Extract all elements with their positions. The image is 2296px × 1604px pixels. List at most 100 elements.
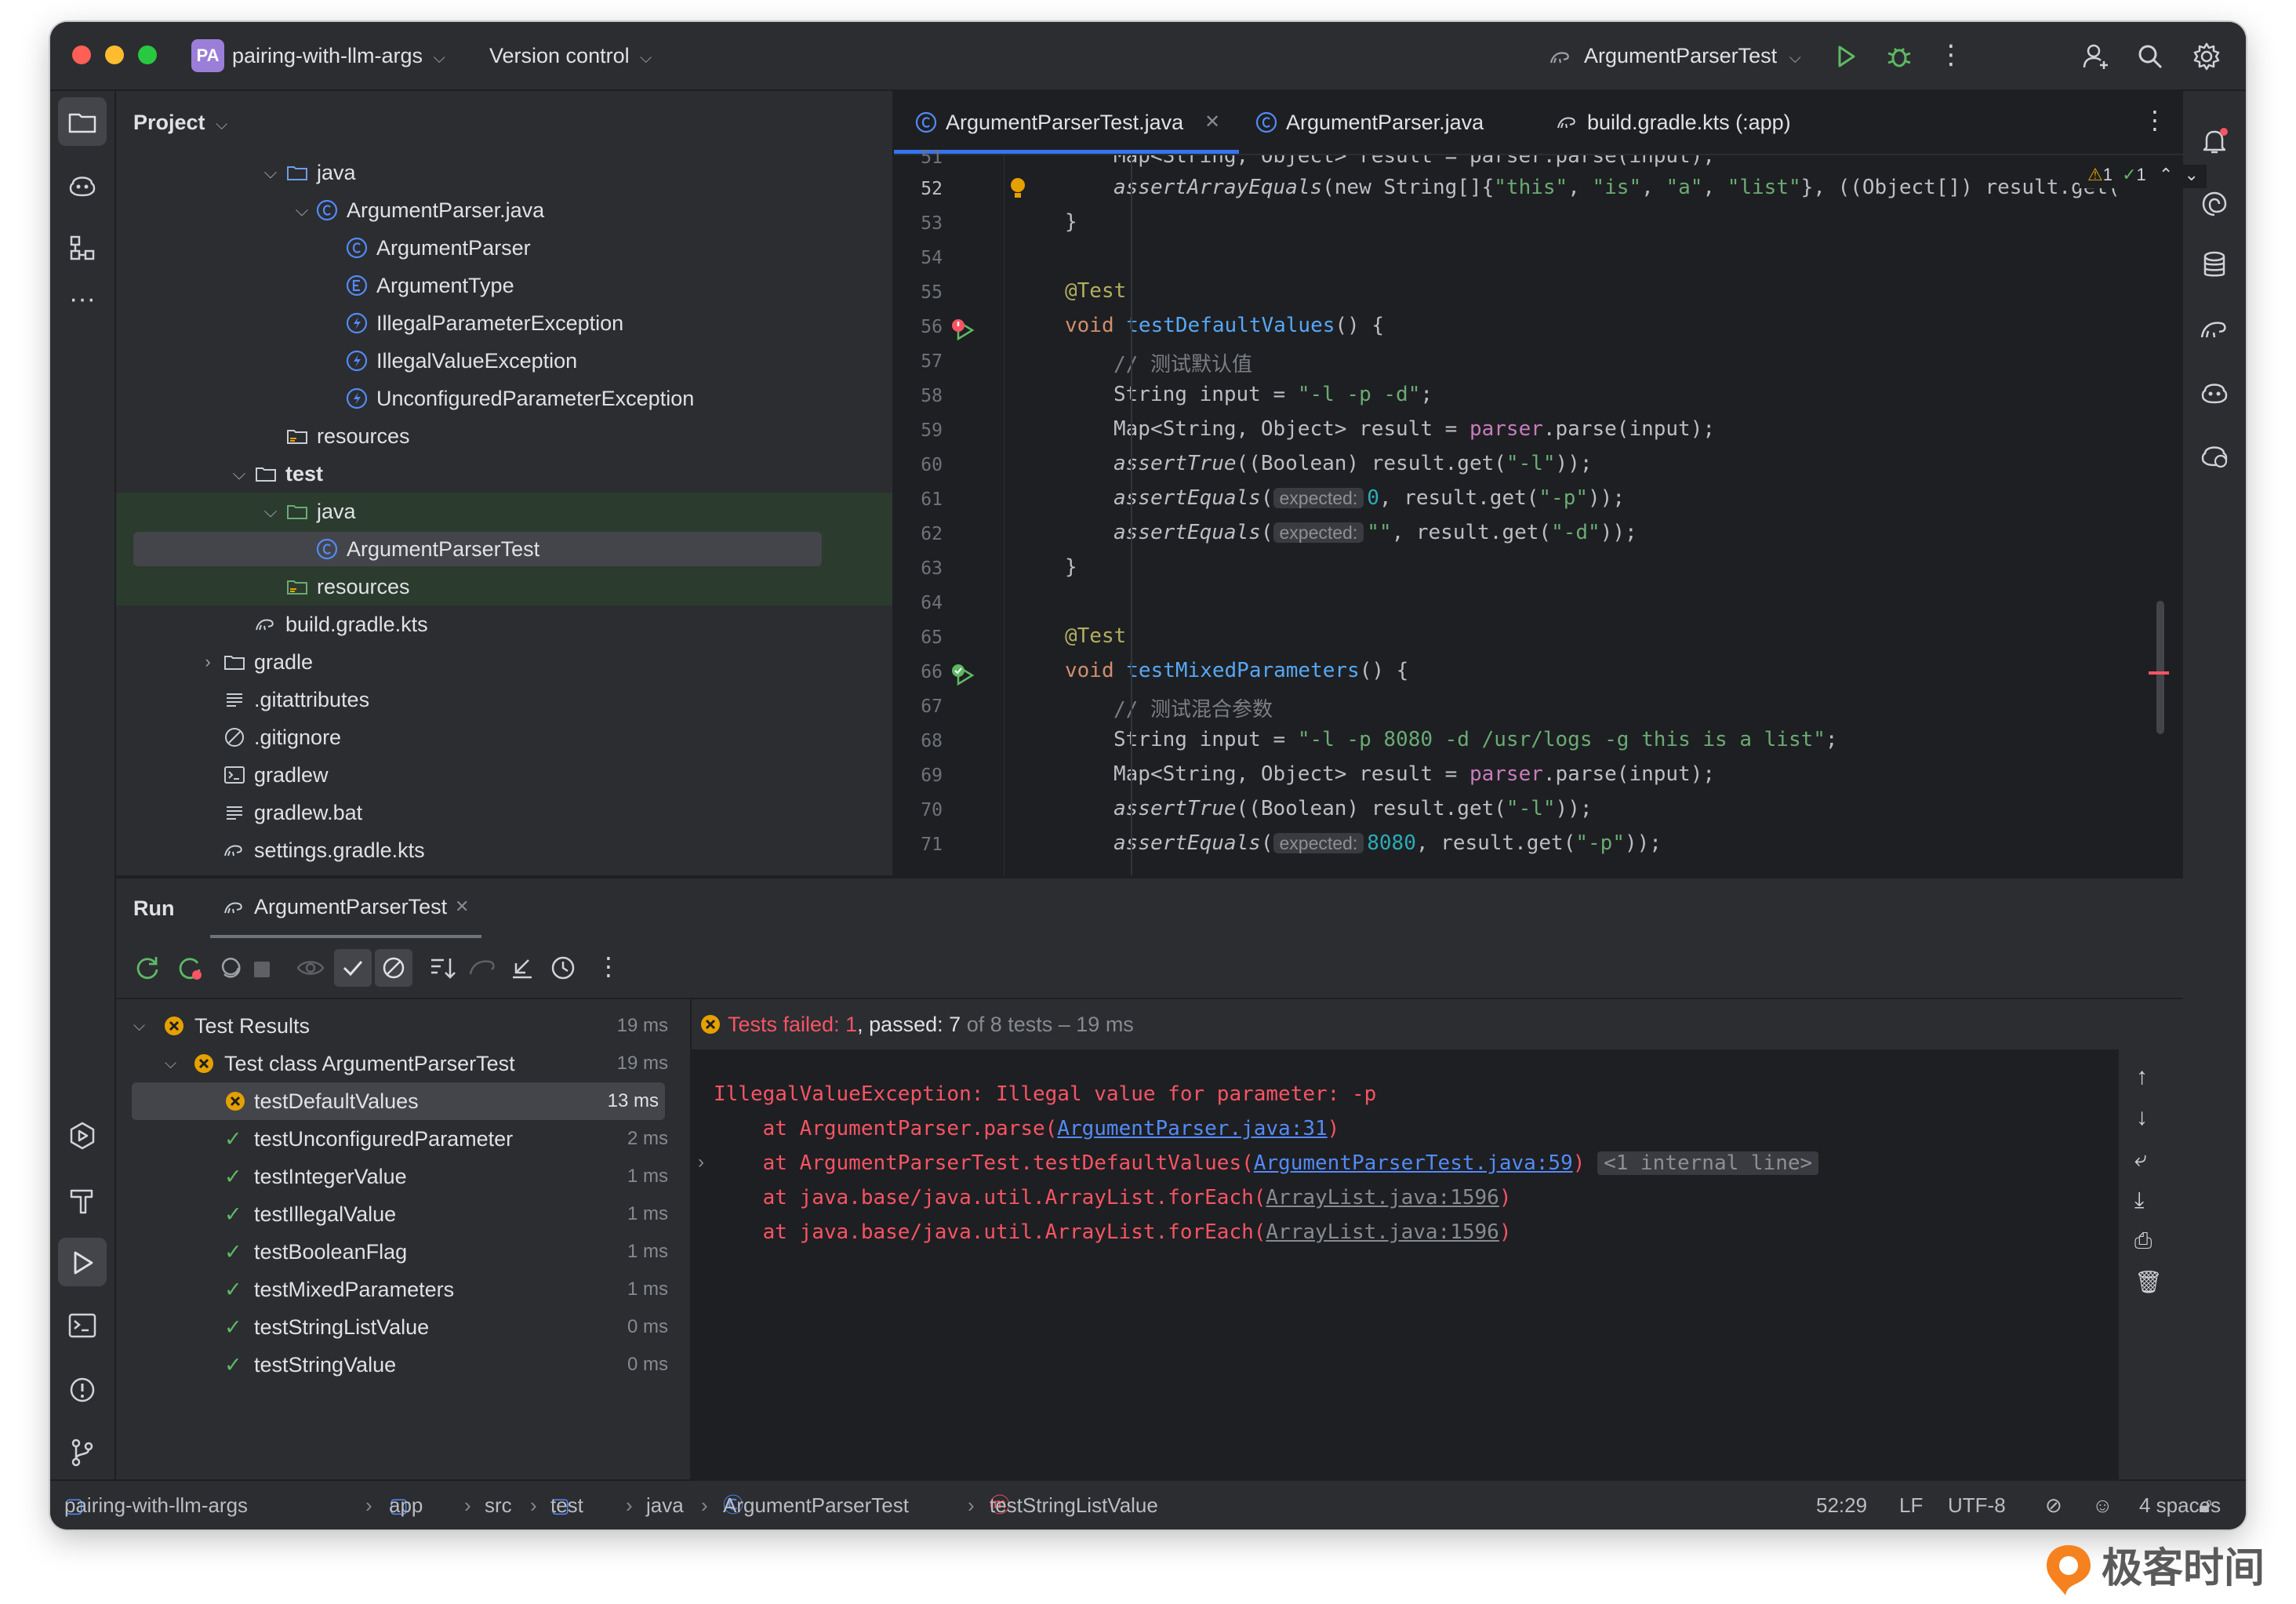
stack-trace-link[interactable]: ArrayList.java:1596 xyxy=(1266,1220,1499,1244)
add-user-icon[interactable] xyxy=(2078,39,2113,74)
import-tests-icon[interactable] xyxy=(466,951,500,985)
stack-trace-link[interactable]: ArgumentParser.java:31 xyxy=(1057,1117,1327,1140)
ai-status-icon[interactable]: ⊘ xyxy=(2045,1481,2062,1529)
tree-item-gradlew-bat[interactable]: gradlew.bat xyxy=(116,794,892,831)
notifications-bell-icon[interactable] xyxy=(2197,124,2232,158)
tree-item-illegalvalueexception[interactable]: IllegalValueException xyxy=(116,342,892,380)
run-tool-icon[interactable] xyxy=(65,1246,100,1280)
chevron-down-icon[interactable]: ⌵ xyxy=(227,455,251,493)
services-icon[interactable] xyxy=(65,1118,100,1153)
tab-build-gradle-kts[interactable]: build.gradle.kts (:app) xyxy=(1556,91,1838,154)
result-row-testillegalvalue[interactable]: ✓ testIllegalValue 1 ms xyxy=(116,1195,690,1233)
soft-wrap-icon[interactable]: ⤶ xyxy=(2134,1147,2147,1173)
tree-item-resources[interactable]: resources xyxy=(116,417,892,455)
maximize-window-button[interactable] xyxy=(138,45,157,64)
error-stripe-marker[interactable] xyxy=(2149,671,2169,675)
result-row-testbooleanflag[interactable]: ✓ testBooleanFlag 1 ms xyxy=(116,1233,690,1271)
test-passed-run-icon[interactable] xyxy=(950,662,977,689)
tree-item-gitattributes[interactable]: .gitattributes xyxy=(116,681,892,718)
chevron-down-icon[interactable]: ⌵ xyxy=(290,191,314,229)
more-tools-icon[interactable]: ··· xyxy=(65,286,100,322)
close-window-button[interactable] xyxy=(72,45,91,64)
tree-item-gradle[interactable]: › gradle xyxy=(116,643,892,681)
tree-item-test[interactable]: ⌵ test xyxy=(116,455,892,493)
close-tab-icon[interactable]: ✕ xyxy=(1204,91,1220,154)
tab-argumentparsertest-java[interactable]: ArgumentParserTest.java ✕ xyxy=(894,91,1239,154)
settings-gear-icon[interactable] xyxy=(2189,39,2224,74)
ai-assistant-icon[interactable] xyxy=(65,168,100,202)
chat-assistant-icon[interactable] xyxy=(2197,438,2232,472)
toggle-auto-test-icon[interactable] xyxy=(213,951,248,985)
terminal-icon[interactable] xyxy=(65,1308,100,1343)
editor-scrollbar[interactable] xyxy=(2156,601,2164,734)
structure-icon[interactable] xyxy=(65,231,100,265)
vcs-menu[interactable]: Version control ⌵ xyxy=(489,22,652,89)
chevron-down-icon[interactable]: ⌄ xyxy=(2184,165,2198,184)
caret-position[interactable]: 52:29 xyxy=(1816,1481,1867,1529)
folder-icon[interactable] xyxy=(65,105,100,140)
line-ending[interactable]: LF xyxy=(1899,1481,1923,1529)
sort-icon[interactable] xyxy=(425,951,460,985)
rerun-icon[interactable] xyxy=(130,951,165,985)
breadcrumb-java[interactable]: java xyxy=(646,1481,684,1529)
chevron-down-icon[interactable]: ⌵ xyxy=(165,1045,176,1082)
more-options-icon[interactable]: ⋮ xyxy=(591,951,626,985)
chevron-down-icon[interactable]: ⌵ xyxy=(133,1007,145,1045)
console-output[interactable]: IllegalValueException: Illegal value for… xyxy=(692,1049,2182,1481)
problems-icon[interactable] xyxy=(65,1373,100,1407)
down-arrow-icon[interactable]: ↓ xyxy=(2136,1104,2148,1131)
stack-trace-link[interactable]: ArgumentParserTest.java:59 xyxy=(1254,1151,1573,1175)
tree-item-settings-gradle-kts[interactable]: settings.gradle.kts xyxy=(116,831,892,869)
project-view-selector[interactable]: Project ⌵ xyxy=(133,91,227,156)
chevron-right-icon[interactable]: › xyxy=(196,643,220,681)
copilot-icon[interactable] xyxy=(2197,375,2232,409)
result-row-testunconfiguredparameter[interactable]: ✓ testUnconfiguredParameter 2 ms xyxy=(116,1120,690,1158)
result-row-testdefaultvalues[interactable]: testDefaultValues 13 ms xyxy=(132,1082,665,1120)
tree-item-gradlew[interactable]: gradlew xyxy=(116,756,892,794)
result-row-testintegervalue[interactable]: ✓ testIntegerValue 1 ms xyxy=(116,1158,690,1195)
result-row-teststringlistvalue[interactable]: ✓ testStringListValue 0 ms xyxy=(116,1308,690,1346)
test-failed-run-icon[interactable] xyxy=(950,317,977,344)
scroll-to-end-icon[interactable]: ⤓ xyxy=(2134,1188,2144,1213)
gradle-tool-icon[interactable] xyxy=(2197,312,2232,347)
result-row-test-results[interactable]: ⌵ Test Results 19 ms xyxy=(116,1007,690,1045)
search-icon[interactable] xyxy=(2133,39,2167,74)
run-icon[interactable] xyxy=(1829,39,1863,74)
chevron-right-icon[interactable]: › xyxy=(698,1151,704,1173)
tree-item-illegalparameterexception[interactable]: IllegalParameterException xyxy=(116,304,892,342)
file-encoding[interactable]: UTF-8 xyxy=(1948,1481,2006,1529)
chevron-up-icon[interactable]: ⌃ xyxy=(2159,165,2173,184)
git-branch-icon[interactable] xyxy=(65,1435,100,1470)
trash-icon[interactable]: 🗑 xyxy=(2134,1269,2163,1295)
run-config-selector[interactable]: ArgumentParserTest ⌵ xyxy=(1548,22,1801,89)
test-history-clock-icon[interactable] xyxy=(546,951,580,985)
tree-item-java[interactable]: ⌵ java xyxy=(116,154,892,191)
copilot-status-icon[interactable]: ☺ xyxy=(2092,1481,2113,1529)
result-row-testmixedparameters[interactable]: ✓ testMixedParameters 1 ms xyxy=(116,1271,690,1308)
lock-icon[interactable]: 🔓︎ xyxy=(2199,1481,2212,1529)
tree-item-test-java[interactable]: ⌵ java xyxy=(116,493,892,530)
internal-lines-fold[interactable]: <1 internal line> xyxy=(1597,1151,1819,1175)
show-ignored-icon[interactable] xyxy=(376,951,411,985)
stop-icon[interactable] xyxy=(254,962,270,977)
more-actions-icon[interactable]: ⋮ xyxy=(1934,39,1968,74)
tree-item-build-gradle-kts[interactable]: build.gradle.kts xyxy=(116,606,892,643)
tab-actions-icon[interactable]: ⋮ xyxy=(2142,105,2167,135)
breadcrumb-src[interactable]: src xyxy=(485,1481,512,1529)
up-arrow-icon[interactable]: ↑ xyxy=(2136,1064,2148,1090)
ai-spiral-icon[interactable] xyxy=(2197,187,2232,221)
result-row-test-class[interactable]: ⌵ Test class ArgumentParserTest 19 ms xyxy=(116,1045,690,1082)
tree-item-test-resources[interactable]: resources xyxy=(116,568,892,606)
minimize-window-button[interactable] xyxy=(105,45,124,64)
show-passed-eye-icon[interactable] xyxy=(293,951,328,985)
print-icon[interactable]: ⎙ xyxy=(2134,1228,2152,1254)
tree-item-unconfiguredparameterexception[interactable]: UnconfiguredParameterException xyxy=(116,380,892,417)
tree-item-argumentparser[interactable]: ArgumentParser xyxy=(116,229,892,267)
code-area[interactable]: Map<String, Object> result = parser.pars… xyxy=(1004,155,2172,875)
database-icon[interactable] xyxy=(2197,248,2232,282)
close-tab-icon[interactable]: ✕ xyxy=(455,878,469,935)
chevron-down-icon[interactable]: ⌵ xyxy=(259,493,282,530)
project-switcher[interactable]: pairing-with-llm-args ⌵ xyxy=(232,22,445,89)
result-row-teststringvalue[interactable]: ✓ testStringValue 0 ms xyxy=(116,1346,690,1384)
run-tab-argumentparsertest[interactable]: ArgumentParserTest ✕ xyxy=(210,878,481,938)
